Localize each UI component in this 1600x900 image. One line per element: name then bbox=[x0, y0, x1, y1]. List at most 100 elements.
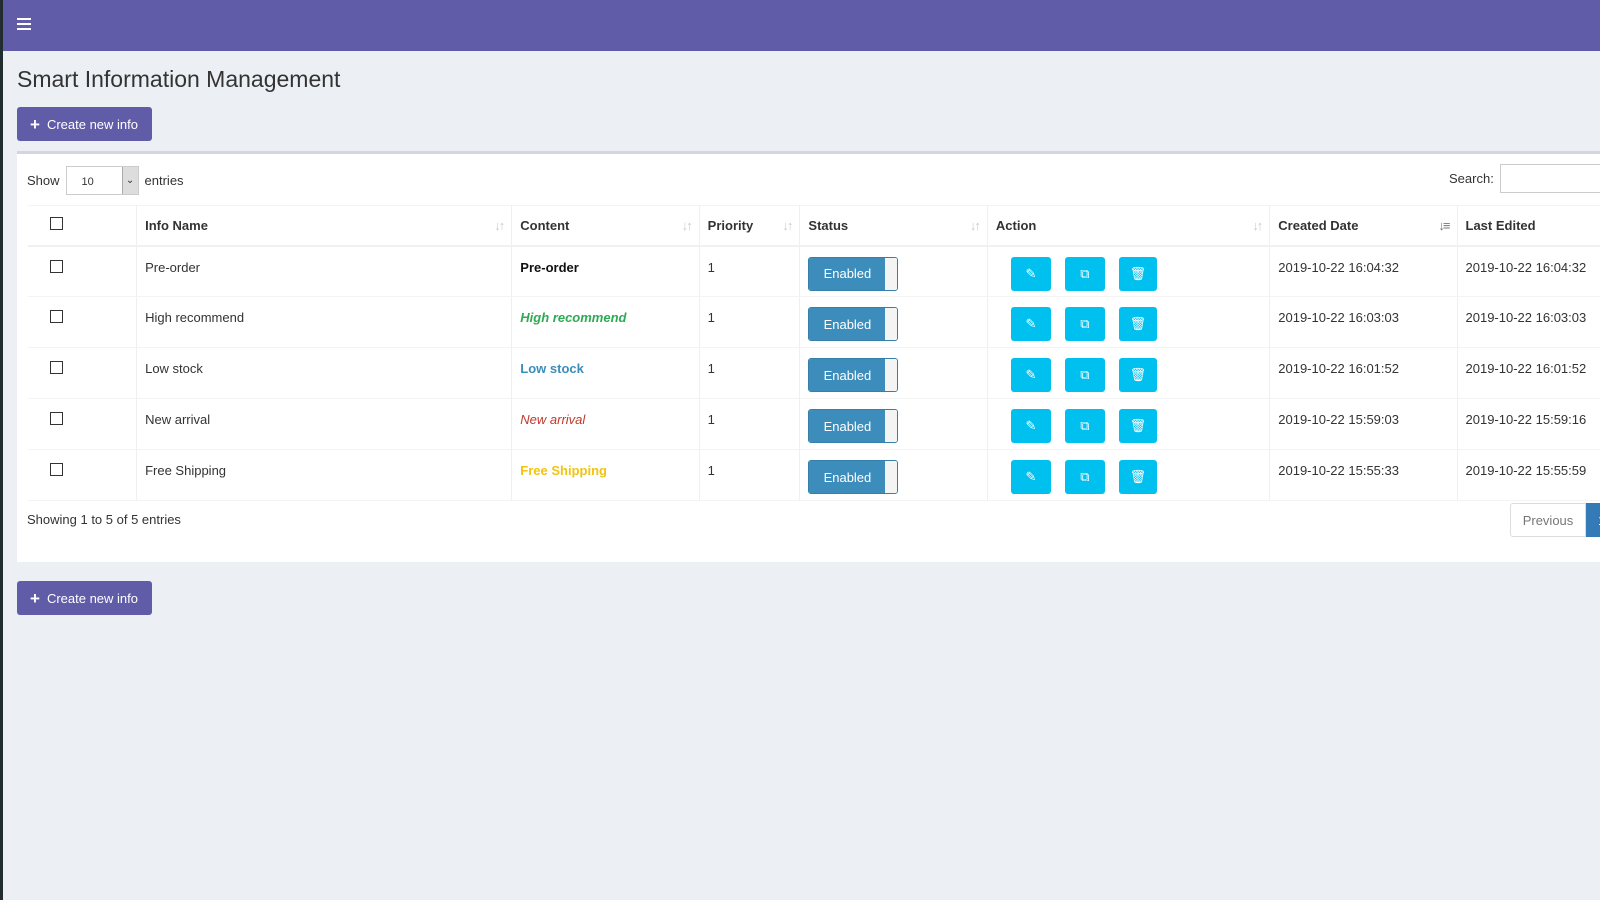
info-content: Low stock bbox=[511, 347, 700, 399]
copy-icon: ⧉ bbox=[1080, 469, 1090, 484]
column-header[interactable]: Info Name ↓↑ bbox=[136, 205, 513, 247]
last-edited: 2019-10-22 15:59:16 bbox=[1457, 398, 1600, 450]
previous-button[interactable]: Previous bbox=[1510, 503, 1586, 537]
copy-icon: ⧉ bbox=[1080, 418, 1090, 433]
table-row: High recommend High recommend 1 Enabled … bbox=[28, 296, 1600, 348]
priority: 1 bbox=[699, 449, 801, 501]
edit-icon: ✎ bbox=[1025, 469, 1037, 484]
sort-icon[interactable]: ↓↑ bbox=[1252, 218, 1263, 233]
row-checkbox[interactable] bbox=[50, 361, 63, 374]
delete-button[interactable]: 🗑 bbox=[1118, 256, 1157, 291]
trash-icon: 🗑 bbox=[1129, 367, 1147, 382]
created-date: 2019-10-22 16:03:03 bbox=[1269, 296, 1458, 348]
delete-button[interactable]: 🗑 bbox=[1118, 358, 1157, 392]
trash-icon: 🗑 bbox=[1129, 265, 1147, 281]
column-header[interactable]: Action ↓↑ bbox=[987, 205, 1271, 247]
created-date: 2019-10-22 16:04:32 bbox=[1269, 245, 1458, 297]
created-date: 2019-10-22 15:59:03 bbox=[1269, 398, 1458, 450]
top-navbar bbox=[3, 0, 1600, 51]
info-name: Pre-order bbox=[136, 245, 513, 297]
row-checkbox[interactable] bbox=[50, 259, 63, 273]
edit-button[interactable]: ✎ bbox=[1010, 256, 1051, 291]
info-name: Free Shipping bbox=[136, 449, 513, 501]
edit-icon: ✎ bbox=[1025, 316, 1037, 331]
table-row: Pre-order Pre-order 1 Enabled ✎ ⧉ 🗑 2019-1… bbox=[28, 245, 1600, 297]
priority: 1 bbox=[699, 296, 801, 348]
sort-icon[interactable]: ↓↑ bbox=[494, 218, 505, 233]
last-edited: 2019-10-22 16:01:52 bbox=[1457, 347, 1600, 399]
column-header[interactable]: Content ↓↑ bbox=[511, 205, 700, 247]
info-name: New arrival bbox=[136, 398, 513, 450]
plus-icon: + bbox=[30, 114, 40, 134]
copy-icon: ⧉ bbox=[1080, 367, 1090, 382]
table-row: Free Shipping Free Shipping 1 Enabled ✎ ⧉… bbox=[28, 449, 1600, 501]
delete-button[interactable]: 🗑 bbox=[1118, 409, 1157, 443]
info-content: Pre-order bbox=[511, 245, 700, 297]
status-toggle[interactable]: Enabled bbox=[808, 358, 899, 392]
trash-icon: 🗑 bbox=[1129, 418, 1147, 433]
row-checkbox[interactable] bbox=[50, 310, 63, 323]
info-table: Info Name ↓↑ Content ↓↑ Priority ↓↑ Status ↓↑ Ac… bbox=[28, 205, 1600, 501]
table-header-row: Info Name ↓↑ Content ↓↑ Priority ↓↑ Status ↓↑ Ac… bbox=[28, 205, 1600, 247]
info-name: High recommend bbox=[136, 296, 513, 348]
create-new-info-button-bottom[interactable]: + Create new info bbox=[17, 581, 152, 615]
table-row: New arrival New arrival 1 Enabled ✎ ⧉ 🗑 20… bbox=[28, 398, 1600, 450]
copy-button[interactable]: ⧉ bbox=[1064, 358, 1105, 392]
trash-icon: 🗑 bbox=[1129, 316, 1147, 331]
priority: 1 bbox=[699, 398, 801, 450]
sort-icon[interactable]: ↓↑ bbox=[782, 218, 793, 233]
search: Search: bbox=[1449, 164, 1600, 193]
select-all-checkbox[interactable] bbox=[50, 217, 63, 231]
copy-button[interactable]: ⧉ bbox=[1064, 256, 1105, 291]
delete-button[interactable]: 🗑 bbox=[1118, 307, 1157, 341]
priority: 1 bbox=[699, 347, 801, 399]
entries-select[interactable]: 10 ⌄ bbox=[65, 166, 139, 195]
select-all-header bbox=[28, 205, 138, 247]
copy-icon: ⧉ bbox=[1080, 265, 1090, 281]
copy-icon: ⧉ bbox=[1080, 316, 1090, 331]
table-row: Low stock Low stock 1 Enabled ✎ ⧉ 🗑 2019-1… bbox=[28, 347, 1600, 399]
status-toggle[interactable]: Enabled bbox=[808, 307, 899, 341]
created-date: 2019-10-22 16:01:52 bbox=[1269, 347, 1458, 399]
row-checkbox[interactable] bbox=[50, 412, 63, 425]
last-edited: 2019-10-22 16:03:03 bbox=[1457, 296, 1600, 348]
row-checkbox[interactable] bbox=[50, 463, 63, 476]
column-header[interactable]: Created Date ↓≡ bbox=[1269, 205, 1458, 247]
info-name: Low stock bbox=[136, 347, 513, 399]
sort-icon[interactable]: ↓↑ bbox=[970, 218, 981, 233]
trash-icon: 🗑 bbox=[1129, 469, 1147, 484]
status-toggle[interactable]: Enabled bbox=[808, 409, 899, 443]
edit-button[interactable]: ✎ bbox=[1010, 409, 1051, 443]
plus-icon: + bbox=[30, 588, 40, 608]
sort-icon[interactable]: ↓↑ bbox=[682, 218, 693, 233]
edit-button[interactable]: ✎ bbox=[1010, 307, 1051, 341]
last-edited: 2019-10-22 16:04:32 bbox=[1457, 245, 1600, 297]
search-input[interactable] bbox=[1499, 164, 1600, 193]
info-content: Free Shipping bbox=[511, 449, 700, 501]
column-header[interactable]: Priority ↓↑ bbox=[699, 205, 801, 247]
edit-icon: ✎ bbox=[1025, 367, 1037, 382]
create-new-info-button[interactable]: + Create new info bbox=[17, 107, 152, 141]
page-title: Smart Information Management bbox=[17, 66, 341, 92]
column-header[interactable]: Status ↓↑ bbox=[799, 205, 988, 247]
chevron-down-icon: ⌄ bbox=[121, 167, 138, 194]
table-info: Showing 1 to 5 of 5 entries bbox=[27, 512, 181, 527]
page-1-button[interactable]: 1 bbox=[1586, 503, 1600, 537]
edit-button[interactable]: ✎ bbox=[1010, 358, 1051, 392]
hamburger-icon[interactable] bbox=[17, 18, 31, 30]
entries-length: Show 10 ⌄ entries bbox=[27, 166, 184, 195]
edit-button[interactable]: ✎ bbox=[1010, 460, 1051, 494]
edit-icon: ✎ bbox=[1025, 418, 1037, 433]
last-edited: 2019-10-22 15:55:59 bbox=[1457, 449, 1600, 501]
created-date: 2019-10-22 15:55:33 bbox=[1269, 449, 1458, 501]
column-header[interactable]: Last Edited bbox=[1457, 205, 1600, 247]
sort-icon[interactable]: ↓≡ bbox=[1438, 218, 1450, 233]
copy-button[interactable]: ⧉ bbox=[1064, 460, 1105, 494]
copy-button[interactable]: ⧉ bbox=[1064, 409, 1105, 443]
status-toggle[interactable]: Enabled bbox=[808, 460, 899, 494]
copy-button[interactable]: ⧉ bbox=[1064, 307, 1105, 341]
pagination: Previous 1 bbox=[1510, 503, 1600, 537]
priority: 1 bbox=[699, 245, 801, 297]
delete-button[interactable]: 🗑 bbox=[1118, 460, 1157, 494]
status-toggle[interactable]: Enabled bbox=[808, 256, 899, 291]
